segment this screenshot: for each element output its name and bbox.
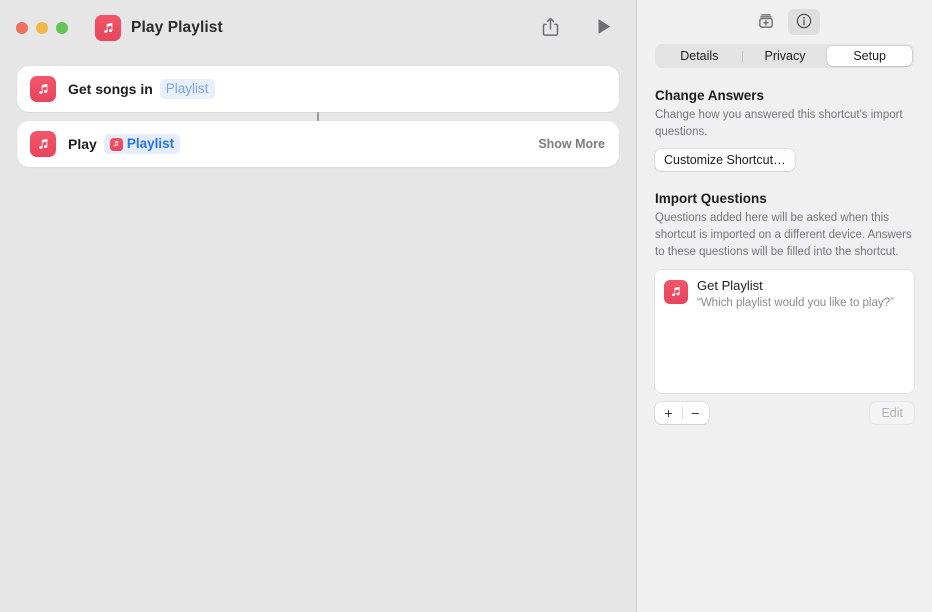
list-item[interactable]: Get Playlist “Which playlist would you l… bbox=[664, 278, 905, 310]
action-variable-token-playlist[interactable]: Playlist bbox=[103, 133, 181, 155]
show-more-button[interactable]: Show More bbox=[538, 137, 605, 151]
connector-line bbox=[317, 112, 319, 121]
inspector-toolbar bbox=[655, 0, 914, 44]
question-prompt: “Which playlist would you like to play?” bbox=[697, 296, 894, 309]
action-label: Play bbox=[68, 136, 97, 152]
remove-question-button[interactable]: − bbox=[682, 402, 709, 424]
music-note-icon bbox=[664, 280, 688, 305]
inspector-tail-space bbox=[655, 424, 914, 612]
music-note-icon bbox=[95, 15, 121, 41]
action-connector bbox=[17, 112, 619, 121]
inspector-pane: Details Privacy Setup Change Answers Cha… bbox=[637, 0, 932, 612]
change-answers-section: Change Answers Change how you answered t… bbox=[655, 88, 914, 172]
change-answers-title: Change Answers bbox=[655, 88, 765, 103]
play-icon bbox=[597, 18, 612, 38]
traffic-lights bbox=[16, 22, 68, 34]
share-button[interactable] bbox=[536, 13, 565, 44]
tab-setup[interactable]: Setup bbox=[827, 46, 913, 66]
import-questions-title: Import Questions bbox=[655, 191, 767, 207]
minimize-button[interactable] bbox=[36, 22, 48, 34]
tab-privacy[interactable]: Privacy bbox=[743, 46, 828, 66]
page-title: Play Playlist bbox=[131, 19, 223, 36]
list-item-text: Get Playlist “Which playlist would you l… bbox=[697, 278, 894, 310]
action-row-get-songs-in[interactable]: Get songs in Playlist bbox=[17, 66, 619, 112]
editor-pane: Play Playlist Get songs in Playlist Play… bbox=[0, 0, 636, 612]
info-button[interactable] bbox=[787, 9, 820, 35]
share-icon bbox=[542, 17, 559, 40]
run-shortcut-button[interactable] bbox=[591, 14, 618, 42]
customize-shortcut-button[interactable]: Customize Shortcut… bbox=[655, 149, 795, 172]
music-note-icon bbox=[109, 137, 123, 151]
music-note-icon bbox=[30, 131, 56, 157]
shortcuts-window: Play Playlist Get songs in Playlist Play… bbox=[0, 0, 932, 612]
action-row-play[interactable]: Play Playlist Show More bbox=[17, 121, 619, 167]
action-parameter-token-playlist[interactable]: Playlist bbox=[159, 78, 215, 100]
question-title: Get Playlist bbox=[697, 278, 763, 294]
add-remove-segmented-control: + − bbox=[655, 402, 709, 425]
import-questions-description: Questions added here will be asked when … bbox=[655, 212, 912, 258]
close-button[interactable] bbox=[16, 22, 28, 34]
add-to-shortcut-button[interactable] bbox=[750, 9, 782, 35]
action-label-group: Get songs in Playlist bbox=[68, 78, 215, 100]
titlebar: Play Playlist bbox=[0, 0, 636, 56]
info-icon bbox=[795, 12, 813, 33]
change-answers-description: Change how you answered this shortcut's … bbox=[655, 109, 903, 138]
import-questions-section: Import Questions Questions added here wi… bbox=[655, 191, 914, 260]
edit-question-button: Edit bbox=[870, 402, 914, 425]
maximize-button[interactable] bbox=[56, 22, 68, 34]
token-label: Playlist bbox=[126, 135, 175, 151]
inspector-tab-bar: Details Privacy Setup bbox=[655, 44, 914, 68]
action-label-group: Play Playlist bbox=[68, 133, 181, 155]
list-controls: + − Edit bbox=[655, 402, 914, 425]
title-group: Play Playlist bbox=[95, 15, 223, 41]
action-label: Get songs in bbox=[68, 81, 153, 97]
action-flow-list: Get songs in Playlist Play Playlist Show… bbox=[0, 56, 636, 612]
add-question-button[interactable]: + bbox=[655, 402, 682, 424]
add-to-shortcut-icon bbox=[757, 12, 775, 33]
import-questions-list[interactable]: Get Playlist “Which playlist would you l… bbox=[655, 270, 914, 394]
tab-details[interactable]: Details bbox=[657, 46, 742, 66]
music-note-icon bbox=[30, 76, 56, 102]
